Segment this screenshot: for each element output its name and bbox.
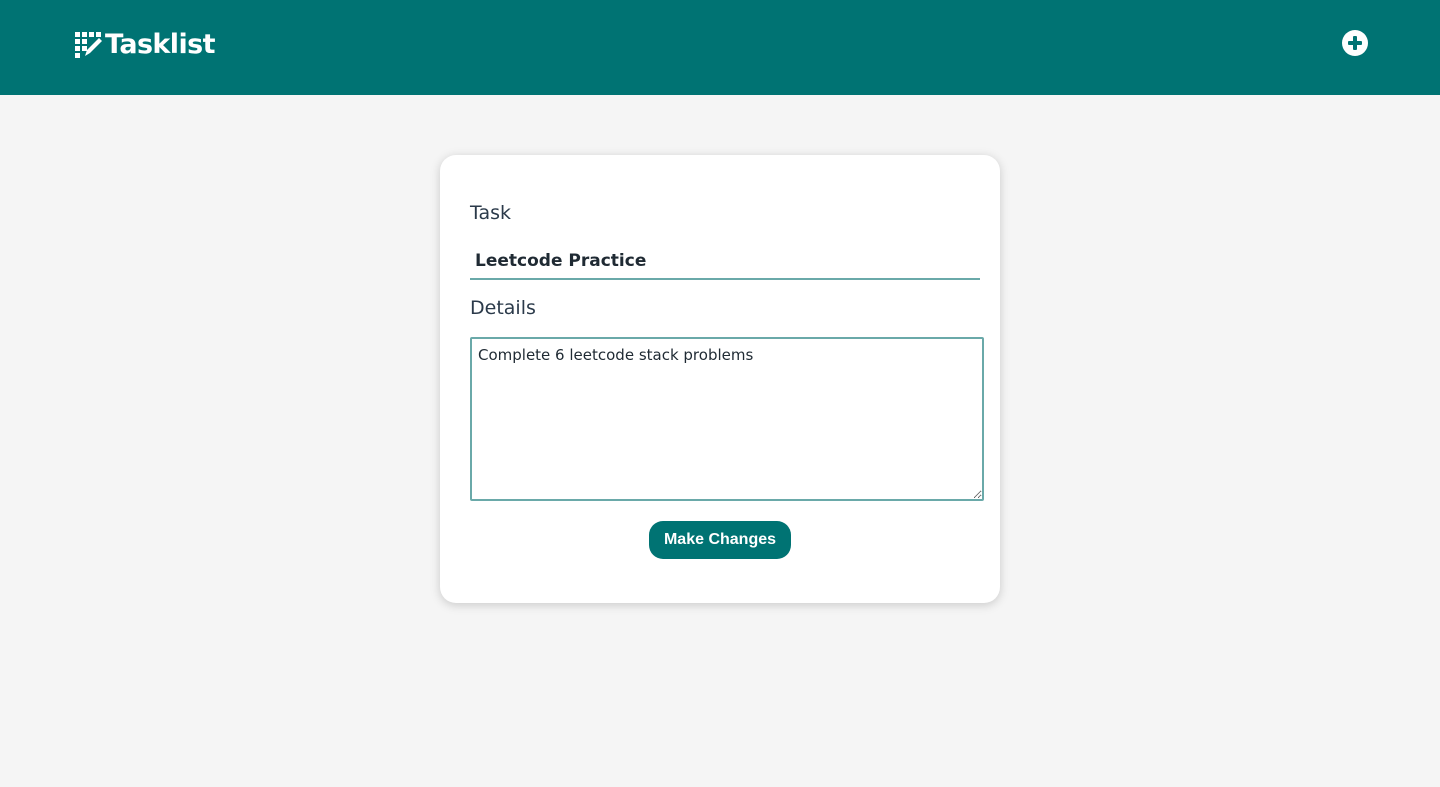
task-details-textarea[interactable]: Complete 6 leetcode stack problems: [470, 337, 984, 501]
add-task-button[interactable]: [1342, 30, 1368, 56]
edit-task-card: Task Details Complete 6 leetcode stack p…: [440, 155, 1000, 603]
task-title-input[interactable]: [470, 243, 980, 280]
tasklist-logo-icon: [75, 32, 102, 58]
top-navbar: Tasklist: [0, 0, 1440, 95]
task-label: Task: [470, 202, 512, 224]
plus-circle-icon: [1342, 30, 1368, 56]
brand-home-link[interactable]: Tasklist: [75, 29, 215, 61]
make-changes-button[interactable]: Make Changes: [649, 521, 791, 559]
details-label: Details: [470, 297, 536, 319]
brand-title: Tasklist: [105, 29, 215, 60]
